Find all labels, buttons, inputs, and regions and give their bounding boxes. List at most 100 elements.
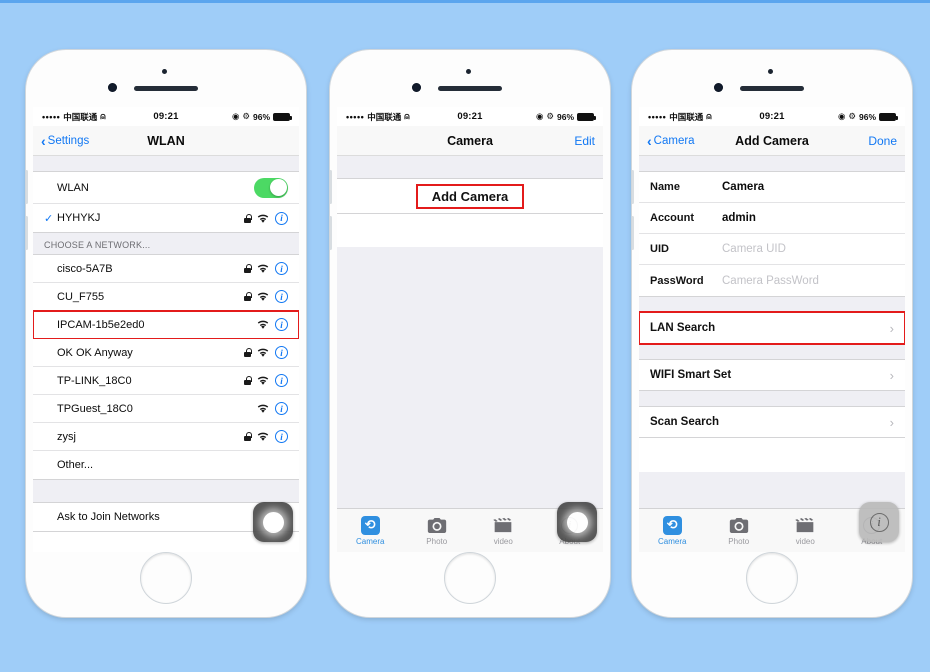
carrier-label: 中国联通	[63, 111, 98, 122]
wlan-toggle-row[interactable]: WLAN	[33, 172, 299, 204]
tab-photo[interactable]: Photo	[706, 515, 773, 546]
network-row-ok-ok-anyway[interactable]: OK OK Anyway i	[33, 339, 299, 367]
network-info-icon[interactable]: i	[275, 318, 288, 331]
chevron-right-icon: ›	[889, 414, 894, 430]
tab-photo[interactable]: Photo	[404, 515, 471, 546]
assistive-touch-button[interactable]	[557, 502, 597, 542]
form-row-uid[interactable]: UID Camera UID	[639, 234, 905, 265]
network-row-tpguest-18c0[interactable]: TPGuest_18C0 i	[33, 395, 299, 423]
tab-video[interactable]: video	[772, 515, 839, 546]
assistive-touch-button[interactable]	[253, 502, 293, 542]
phone3-screen: ••••• 中国联通 ⍝ 09:21 ◉ ⚙ 96% ‹ Camera Add …	[639, 107, 905, 552]
assistive-touch-inner-icon: i	[869, 512, 889, 532]
password-input[interactable]: Camera PassWord	[722, 275, 819, 287]
account-input[interactable]: admin	[722, 212, 756, 224]
name-input[interactable]: Camera	[722, 181, 764, 193]
front-camera-icon	[108, 83, 117, 92]
battery-icon	[273, 112, 292, 121]
lock-icon	[244, 348, 252, 357]
phone3-nav-bar: ‹ Camera Add Camera Done	[639, 126, 905, 156]
network-info-icon[interactable]: i	[275, 402, 288, 415]
phone-device-3: ••••• 中国联通 ⍝ 09:21 ◉ ⚙ 96% ‹ Camera Add …	[632, 50, 912, 617]
tab-label: Camera	[658, 537, 687, 546]
carrier-label: 中国联通	[367, 111, 402, 122]
lock-icon	[244, 264, 252, 273]
camera-app-icon: ⟲	[360, 515, 380, 535]
chevron-right-icon: ›	[889, 320, 894, 336]
page-title: Camera	[447, 133, 493, 148]
status-bar: ••••• 中国联通 ⍝ 09:21 ◉ ⚙ 96%	[337, 107, 603, 126]
network-info-icon[interactable]: i	[275, 430, 288, 443]
choose-network-header: CHOOSE A NETWORK...	[33, 233, 299, 254]
lock-icon	[244, 292, 252, 301]
network-info-icon[interactable]: i	[275, 374, 288, 387]
wifi-icon	[257, 376, 269, 385]
network-row-cisco-5a7b[interactable]: cisco-5A7B i	[33, 255, 299, 283]
tab-camera[interactable]: ⟲ Camera	[337, 515, 404, 546]
add-camera-row[interactable]: Add Camera	[337, 178, 603, 214]
battery-icon	[577, 112, 596, 121]
wifi-smart-set-row[interactable]: WIFI Smart Set ›	[639, 359, 905, 391]
form-row-account[interactable]: Account admin	[639, 203, 905, 234]
home-button[interactable]	[746, 552, 798, 604]
proximity-sensor-icon	[466, 69, 471, 74]
list-gap	[639, 156, 905, 171]
lock-icon	[244, 213, 252, 223]
scan-search-row[interactable]: Scan Search ›	[639, 406, 905, 438]
wifi-icon: ⍝	[706, 111, 712, 121]
rotation-lock-icon: ◉	[837, 111, 846, 121]
network-info-icon[interactable]: i	[275, 211, 288, 225]
network-row-cu-f755[interactable]: CU_F755 i	[33, 283, 299, 311]
form-row-name[interactable]: Name Camera	[639, 172, 905, 203]
done-button[interactable]: Done	[868, 134, 897, 148]
phone1-nav-bar: ‹ Settings WLAN	[33, 126, 299, 156]
add-camera-button[interactable]: Add Camera	[415, 183, 525, 209]
assistive-touch-inner-icon	[566, 511, 588, 533]
home-button[interactable]	[140, 552, 192, 604]
list-gap	[639, 344, 905, 359]
network-info-icon[interactable]: i	[275, 346, 288, 359]
uid-input[interactable]: Camera UID	[722, 243, 786, 255]
earpiece-speaker-icon	[438, 86, 502, 91]
wlan-toggle-switch[interactable]	[254, 177, 288, 198]
back-to-settings-button[interactable]: ‹ Settings	[41, 134, 89, 148]
battery-percent-label: 96%	[556, 111, 574, 122]
battery-percent-label: 96%	[252, 111, 270, 122]
network-row-ipcam-highlighted[interactable]: IPCAM-1b5e2ed0 i	[33, 310, 299, 340]
phone1-top-chrome	[26, 50, 306, 106]
empty-camera-list-area	[337, 247, 603, 508]
lan-search-row[interactable]: LAN Search ›	[639, 311, 905, 345]
chevron-left-icon: ‹	[647, 132, 652, 149]
network-row-tp-link-18c0[interactable]: TP-LINK_18C0 i	[33, 367, 299, 395]
back-to-camera-button[interactable]: ‹ Camera	[647, 134, 695, 148]
network-row-other[interactable]: Other...	[33, 451, 299, 479]
network-list: cisco-5A7B i CU_F755 i IPCAM-1b5e2ed0 i …	[33, 254, 299, 480]
list-gap	[33, 156, 299, 171]
lan-search-label: LAN Search	[650, 322, 716, 334]
signal-dots-icon: •••••	[42, 111, 61, 122]
chevron-left-icon: ‹	[41, 132, 46, 149]
wifi-icon	[257, 292, 269, 301]
network-info-icon[interactable]: i	[275, 262, 288, 275]
tab-video[interactable]: video	[470, 515, 537, 546]
tab-camera[interactable]: ⟲ Camera	[639, 515, 706, 546]
wifi-icon	[257, 432, 269, 441]
field-label: PassWord	[650, 274, 704, 287]
network-info-icon[interactable]: i	[275, 290, 288, 303]
proximity-sensor-icon	[162, 69, 167, 74]
carrier-label: 中国联通	[669, 111, 704, 122]
connected-network-row[interactable]: ✓ HYHYKJ i	[33, 204, 299, 232]
network-row-zysj[interactable]: zysj i	[33, 423, 299, 451]
tab-label: video	[493, 537, 513, 546]
edit-button[interactable]: Edit	[574, 134, 595, 148]
phone1-screen: ••••• 中国联通 ⍝ 09:21 ◉ ⚙ 96% ‹ Settings WL…	[33, 107, 299, 552]
wifi-smart-set-label: WIFI Smart Set	[650, 369, 732, 381]
network-ssid: TPGuest_18C0	[57, 402, 133, 415]
list-gap	[639, 391, 905, 406]
phone2-top-chrome	[330, 50, 610, 106]
form-row-password[interactable]: PassWord Camera PassWord	[639, 265, 905, 296]
chevron-right-icon: ›	[889, 367, 894, 383]
assistive-touch-button[interactable]: i	[859, 502, 899, 542]
home-button[interactable]	[444, 552, 496, 604]
scan-search-label: Scan Search	[650, 416, 720, 428]
